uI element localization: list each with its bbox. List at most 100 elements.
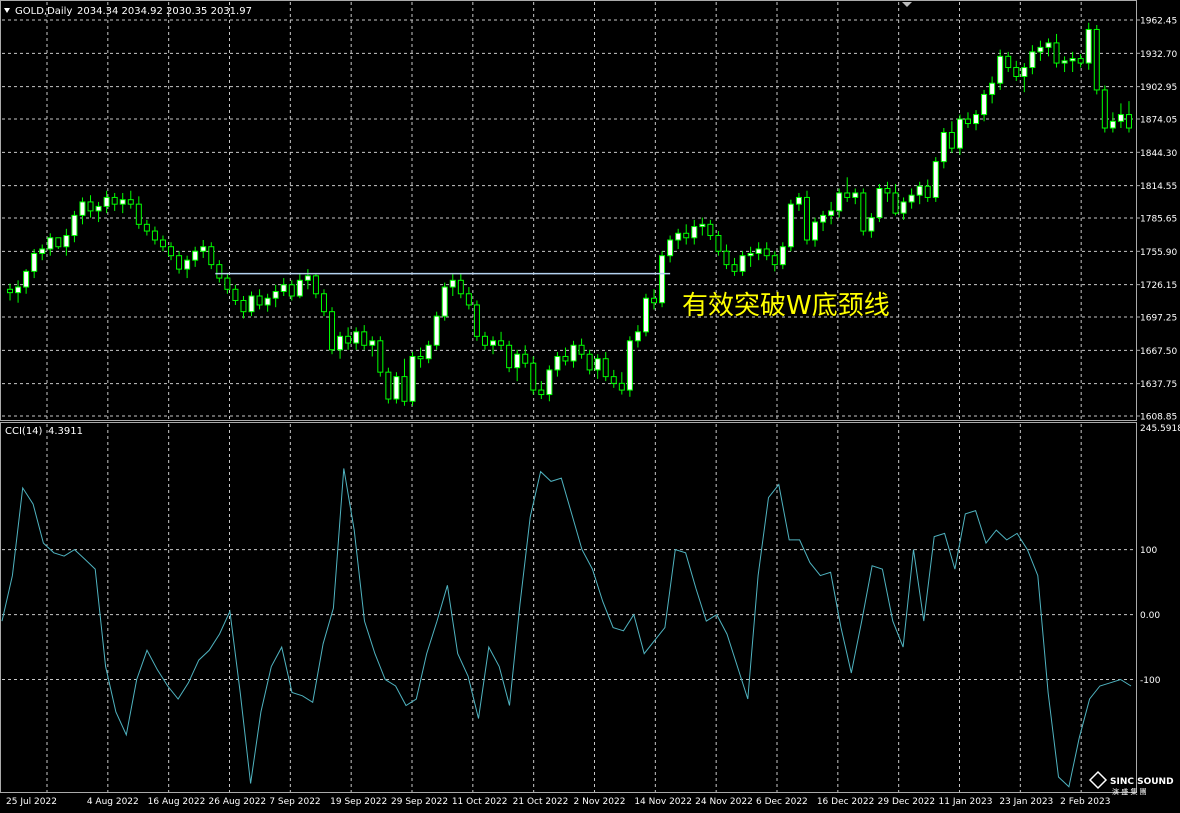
price-axis-label: 1667.50 — [1140, 347, 1177, 357]
time-axis-label: 26 Aug 2022 — [209, 797, 267, 807]
candle-bear — [377, 340, 384, 373]
candle-bull — [787, 203, 794, 248]
candle-bear — [55, 237, 62, 248]
candle-bear — [401, 376, 408, 402]
candle-bear — [1077, 58, 1084, 64]
time-axis-label: 4 Aug 2022 — [87, 797, 139, 807]
candle-bear — [1013, 67, 1020, 77]
candle-bear — [964, 118, 971, 125]
candle-bear — [361, 331, 368, 346]
time-axis-label: 11 Jan 2023 — [939, 797, 993, 807]
symbol-name: GOLD,Daily — [15, 6, 72, 17]
candle-bull — [820, 214, 827, 223]
candle-bull — [393, 376, 400, 400]
candle-bull — [755, 248, 762, 254]
candle-bull — [71, 214, 78, 237]
candle-bull — [691, 226, 698, 239]
candle-bull — [989, 82, 996, 95]
candle-bull — [594, 358, 601, 371]
candle-bull — [747, 252, 754, 257]
candle-bear — [417, 355, 424, 360]
candle-bull — [1085, 28, 1092, 64]
candle-bull — [626, 340, 633, 391]
cci-axis-label: 100 — [1140, 546, 1157, 556]
watermark-subtext: 演 盛 集 團 — [1112, 787, 1147, 796]
candle-bull — [63, 235, 70, 248]
candle-bear — [1005, 55, 1012, 69]
candle-bear — [159, 239, 166, 248]
symbol-ohlc: 2034.34 2034.92 2030.35 2031.97 — [77, 6, 252, 17]
candle-bull — [353, 331, 360, 344]
candle-bear — [127, 199, 134, 205]
price-axis-label: 1962.45 — [1140, 17, 1177, 27]
candle-bull — [812, 221, 819, 241]
cci-axis-label: 245.5918 — [1140, 424, 1180, 434]
candle-bull — [667, 239, 674, 257]
candle-bull — [425, 344, 432, 360]
candle-bull — [264, 297, 271, 306]
candle-bull — [31, 252, 38, 272]
cci-axis-label: -100 — [1140, 676, 1161, 686]
chart-background — [0, 0, 1180, 809]
candle-bear — [1125, 114, 1132, 129]
candle-bull — [554, 355, 561, 371]
candle-bear — [465, 293, 472, 306]
candle-bear — [578, 344, 585, 355]
candle-bear — [288, 284, 295, 297]
time-axis-label: 6 Dec 2022 — [756, 797, 808, 807]
time-axis-label: 16 Aug 2022 — [148, 797, 206, 807]
candle-bull — [119, 199, 126, 205]
candle-bull — [272, 291, 279, 299]
candle-bull — [1045, 42, 1052, 48]
candle-bull — [1117, 114, 1124, 122]
candle-bear — [522, 353, 529, 364]
candle-bear — [618, 382, 625, 391]
chart-window[interactable]: 1962.45 1932.70 1902.95 1874.05 1844.30 1814.… — [0, 0, 1180, 809]
price-axis-label: 1844.30 — [1140, 149, 1177, 159]
candle-bull — [699, 223, 706, 228]
candle-bear — [224, 277, 231, 290]
candle-bull — [642, 297, 649, 333]
candle-bear — [385, 371, 392, 400]
candle-bull — [634, 331, 641, 342]
time-axis-label: 23 Jan 2023 — [999, 797, 1053, 807]
candle-bear — [530, 362, 537, 391]
candle-bull — [1061, 60, 1068, 64]
candle-bear — [602, 358, 609, 378]
candle-bull — [659, 255, 666, 304]
candle-bear — [481, 335, 488, 346]
candle-bull — [200, 246, 207, 252]
candle-bull — [973, 114, 980, 125]
candle-bear — [498, 340, 505, 346]
candle-bear — [240, 299, 247, 313]
candle-bull — [449, 279, 456, 288]
candle-bear — [87, 201, 94, 212]
chart-canvas[interactable]: 1962.45 1932.70 1902.95 1874.05 1844.30 1814.… — [0, 0, 1180, 809]
candle-bear — [610, 376, 617, 384]
candle-bull — [908, 194, 915, 203]
candle-bull — [795, 196, 802, 205]
indicator-value: 4.3911 — [48, 426, 83, 437]
indicator-name: CCI(14) — [5, 426, 43, 437]
candle-bull — [103, 196, 110, 207]
time-axis: 25 Jul 2022 4 Aug 2022 16 Aug 2022 26 Aug 2… — [6, 797, 1110, 807]
candle-bear — [803, 196, 810, 241]
candle-bull — [1021, 67, 1028, 77]
time-axis-label: 14 Nov 2022 — [634, 797, 692, 807]
candle-bear — [320, 293, 327, 313]
candle-bull — [1037, 46, 1044, 53]
candle-bear — [1093, 28, 1100, 91]
time-axis-label: 24 Nov 2022 — [695, 797, 753, 807]
candle-bull — [441, 286, 448, 317]
candle-bull — [296, 279, 303, 297]
candle-bear — [506, 344, 513, 369]
candle-bear — [844, 192, 851, 198]
candle-bull — [546, 369, 553, 396]
candle-bear — [1101, 89, 1108, 129]
candle-bull — [916, 185, 923, 196]
candle-bull — [997, 55, 1004, 84]
candle-bull — [369, 340, 376, 346]
candle-bear — [948, 131, 955, 149]
candle-bear — [208, 246, 215, 266]
candle-bear — [538, 389, 545, 396]
